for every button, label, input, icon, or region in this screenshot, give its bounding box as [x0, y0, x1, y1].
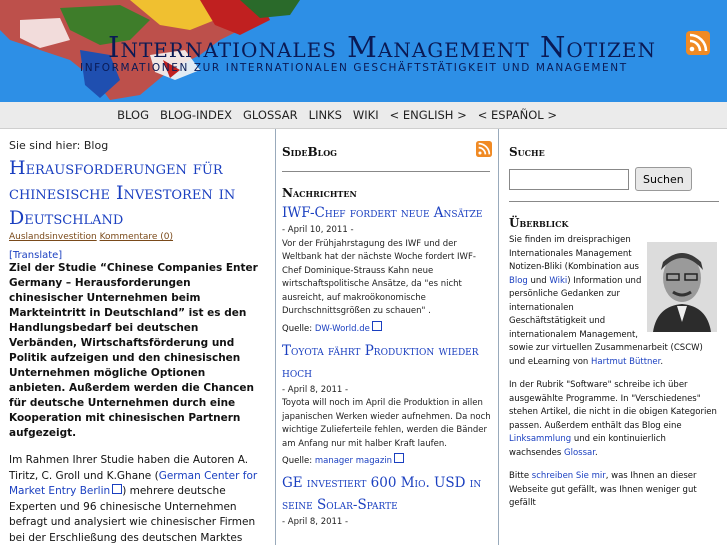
external-link-icon [394, 453, 405, 463]
overview-text-third: Bitte schreiben Sie mir, was Ihnen an di… [509, 470, 717, 511]
news-item: IWF-Chef fordert neue Ansätze - April 10… [282, 202, 504, 334]
news-heading: Nachrichten [282, 186, 357, 200]
search-input[interactable] [509, 168, 629, 190]
site-header: Internationales Management Notizen INFOR… [0, 0, 727, 102]
search-form: Suchen [509, 167, 727, 191]
overview-text-5: In der Rubrik "Software" schreibe ich üb… [509, 380, 717, 431]
source-link[interactable]: DW-World.de [315, 324, 370, 334]
write-me-link[interactable]: schreiben Sie mir [532, 471, 606, 481]
breadcrumb: Sie sind hier: Blog [9, 139, 109, 152]
news-source: Quelle: DW-World.de [282, 320, 504, 334]
overview-text-second: In der Rubrik "Software" schreibe ich üb… [509, 379, 717, 460]
divider [509, 201, 719, 202]
comments-link[interactable]: Kommentare (0) [100, 232, 173, 242]
news-date: - April 10, 2011 - [282, 225, 354, 235]
nav-menu: BLOG BLOG-INDEX GLOSSAR LINKS WIKI < ENG… [117, 108, 557, 122]
site-title[interactable]: Internationales Management Notizen [108, 30, 656, 64]
divider [282, 171, 490, 172]
news-item: Toyota fährt Produktion wieder hoch - Ap… [282, 340, 504, 467]
wiki-link[interactable]: Wiki [549, 276, 567, 286]
main-column: Sie sind hier: Blog Herausforderungen fü… [0, 129, 276, 545]
news-text: Vor der Frühjahrstagung des IWF und der … [282, 238, 476, 317]
source-label: Quelle: [282, 323, 313, 334]
news-title[interactable]: IWF-Chef fordert neue Ansätze [282, 202, 492, 224]
overview-heading: Überblick [509, 216, 569, 230]
nav-glossar[interactable]: GLOSSAR [243, 108, 298, 122]
news-text: Toyota will noch im April die Produktion… [282, 398, 491, 449]
author-photo [647, 242, 717, 332]
overview-text: Sie finden im dreisprachigen Internation… [509, 234, 717, 369]
nav-bar: BLOG BLOG-INDEX GLOSSAR LINKS WIKI < ENG… [0, 102, 727, 129]
article-meta: Auslandsinvestition Kommentare (0) [9, 232, 275, 242]
translate-link[interactable]: [Translate] [9, 250, 62, 261]
article-title[interactable]: Herausforderungen für chinesische Invest… [9, 156, 259, 231]
search-button[interactable]: Suchen [635, 167, 692, 191]
nav-links[interactable]: LINKS [309, 108, 342, 122]
news-date: - April 8, 2011 - [282, 517, 349, 527]
right-column: Suche Suchen Überblick Sie finden im dre… [498, 129, 727, 545]
overview-text-7: . [594, 447, 598, 458]
linksammlung-link[interactable]: Linksammlung [509, 434, 571, 444]
site-subtitle: INFORMATIONEN ZUR INTERNATIONALEN GESCHÄ… [80, 62, 628, 74]
rss-icon[interactable] [686, 31, 710, 55]
translate-link-wrap: [Translate] [9, 250, 275, 261]
overview-text-4: . [660, 356, 664, 367]
nav-espanol[interactable]: < ESPAÑOL > [478, 108, 557, 122]
overview-text-1: Sie finden im dreisprachigen Internation… [509, 235, 639, 272]
nav-blog-index[interactable]: BLOG-INDEX [160, 108, 232, 122]
source-label: Quelle: [282, 456, 313, 466]
nav-english[interactable]: < ENGLISH > [390, 108, 467, 122]
external-link-icon [112, 484, 123, 494]
external-link-icon [371, 320, 382, 331]
glossar-link[interactable]: Glossar [564, 448, 595, 458]
rss-icon[interactable] [476, 141, 492, 157]
nav-blog[interactable]: BLOG [117, 108, 149, 122]
author-link[interactable]: Hartmut Büttner [591, 357, 660, 367]
overview-text-2: und [527, 275, 550, 286]
news-item: GE investiert 600 Mio. USD in seine Sola… [282, 472, 504, 530]
source-link[interactable]: manager magazin [315, 456, 392, 466]
overview-text-8: Bitte [509, 471, 532, 481]
search-heading: Suche [509, 145, 545, 159]
sideblog-heading: SideBlog [282, 145, 338, 159]
sideblog-column: SideBlog Nachrichten IWF-Chef fordert ne… [272, 129, 504, 545]
article-paragraph: Im Rahmen Ihrer Studie haben die Autoren… [9, 453, 264, 545]
news-title[interactable]: Toyota fährt Produktion wieder hoch [282, 340, 492, 384]
news-title[interactable]: GE investiert 600 Mio. USD in seine Sola… [282, 472, 492, 516]
article-intro: Ziel der Studie “Chinese Companies Enter… [9, 262, 258, 439]
news-source: Quelle: manager magazin [282, 453, 504, 466]
news-date: - April 8, 2011 - [282, 384, 349, 395]
nav-wiki[interactable]: WIKI [353, 108, 379, 122]
category-link[interactable]: Auslandsinvestition [9, 232, 97, 242]
blog-link[interactable]: Blog [509, 276, 528, 286]
